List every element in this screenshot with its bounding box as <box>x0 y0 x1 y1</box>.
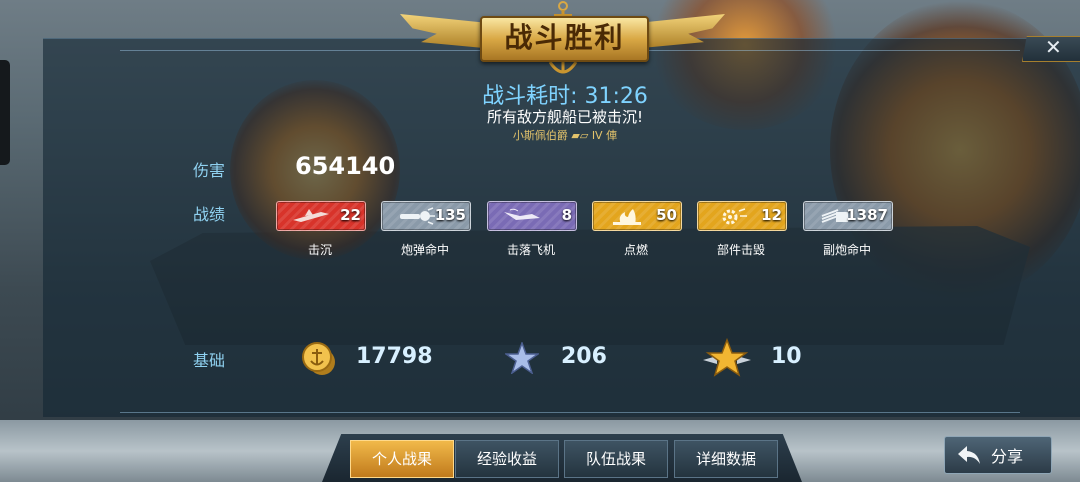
record-label: 战绩 <box>193 205 226 224</box>
damage-label: 伤害 <box>193 161 226 180</box>
badge-value: 12 <box>761 206 782 224</box>
close-icon: ✕ <box>1045 35 1062 59</box>
sunk-ship-icon <box>293 209 329 222</box>
gold-star-icon <box>703 338 751 377</box>
share-button[interactable]: 分享 <box>944 436 1052 474</box>
badge-plane-shotdown[interactable]: 8 <box>487 201 577 231</box>
xp-value: 206 <box>561 344 607 369</box>
anchor-coin-icon <box>302 342 335 375</box>
badge-label-secondary-gun: 副炮命中 <box>822 243 871 257</box>
basic-label: 基础 <box>193 351 226 370</box>
battle-message: 所有敌方舰船已被击沉! <box>486 108 643 126</box>
share-arrow-icon <box>958 446 980 464</box>
tab-experience[interactable]: 经验收益 <box>455 440 559 478</box>
badge-value: 8 <box>561 206 572 224</box>
badge-value: 50 <box>656 206 677 224</box>
badge-secondary-gun[interactable]: 1387 <box>803 201 893 231</box>
battle-result-screen: 战斗胜利 ✕ 战斗耗时: 31:26 所有敌方舰船已被击沉! 小斯佩伯爵 ▰▱ … <box>0 0 1080 482</box>
blue-star-icon <box>505 342 539 374</box>
ship-info: 小斯佩伯爵 ▰▱ IV 俥 <box>512 129 618 142</box>
badge-sunk[interactable]: 22 <box>276 201 366 231</box>
tab-detail-data[interactable]: 详细数据 <box>674 440 778 478</box>
side-handle <box>0 60 10 165</box>
badge-label-fire: 点燃 <box>623 243 648 257</box>
badge-label-plane-shotdown: 击落飞机 <box>506 243 555 257</box>
badge-value: 22 <box>340 206 361 224</box>
badge-module-destroy[interactable]: 12 <box>697 201 787 231</box>
damage-value: 654140 <box>295 152 396 180</box>
silver-value: 17798 <box>356 344 433 369</box>
victory-title-plaque: 战斗胜利 <box>480 16 649 62</box>
module-destroy-icon <box>722 208 747 225</box>
commander-xp-value: 10 <box>771 344 802 369</box>
share-label: 分享 <box>991 447 1024 466</box>
badge-value: 135 <box>434 206 466 224</box>
badge-fire[interactable]: 50 <box>592 201 682 231</box>
badge-label-module-destroy: 部件击毁 <box>716 243 765 257</box>
badge-value: 1387 <box>846 206 888 224</box>
badge-label-sunk: 击沉 <box>307 243 332 257</box>
badge-label-shell-hit: 炮弹命中 <box>400 243 449 257</box>
tab-personal-result[interactable]: 个人战果 <box>350 440 454 478</box>
tab-team-result[interactable]: 队伍战果 <box>564 440 668 478</box>
shell-hit-icon <box>400 207 435 225</box>
badge-shell-hit[interactable]: 135 <box>381 201 471 231</box>
divider <box>120 412 1020 413</box>
victory-title: 战斗胜利 <box>504 21 625 54</box>
plane-shotdown-icon <box>504 208 540 220</box>
victory-banner: 战斗胜利 <box>400 0 725 82</box>
close-button[interactable]: ✕ <box>1022 36 1080 62</box>
fire-icon <box>613 209 641 225</box>
